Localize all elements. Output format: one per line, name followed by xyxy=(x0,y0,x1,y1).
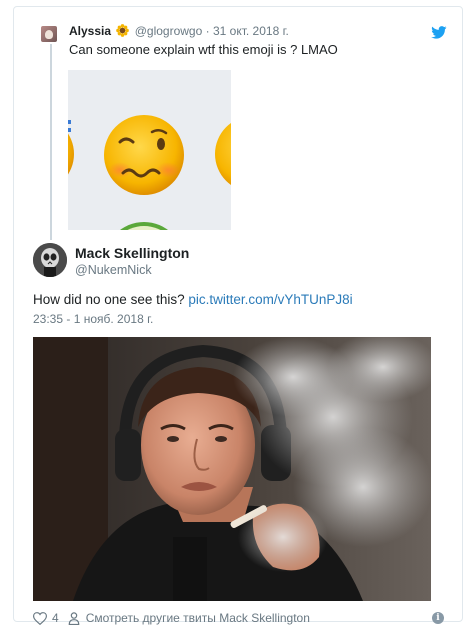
tweet-body: How did no one see this? xyxy=(33,292,185,307)
tweet-photo-link[interactable]: pic.twitter.com/vYhTUnPJ8i xyxy=(188,292,352,307)
tweet-footer: 4 Смотреть другие твиты Mack Skellington xyxy=(33,610,310,626)
skull-avatar-icon xyxy=(33,243,67,277)
parent-tweet-image[interactable] xyxy=(68,70,231,230)
sunflower-emoji-icon xyxy=(116,24,130,37)
more-tweets-link[interactable]: Смотреть другие твиты Mack Skellington xyxy=(86,611,310,625)
heart-icon[interactable] xyxy=(33,611,47,625)
parent-author-avatar[interactable] xyxy=(41,26,57,42)
parent-tweet-text: Can someone explain wtf this emoji is ? … xyxy=(69,42,338,57)
person-icon xyxy=(68,611,80,625)
parent-handle[interactable]: @glogrowgo xyxy=(135,24,203,38)
author-avatar[interactable] xyxy=(33,243,67,277)
author-handle[interactable]: @NukemNick xyxy=(75,263,152,277)
parent-author-name[interactable]: Alyssia xyxy=(69,24,111,38)
man-smoking-photo xyxy=(33,337,431,601)
tweet-text: How did no one see this? pic.twitter.com… xyxy=(33,292,353,307)
twitter-bird-icon[interactable] xyxy=(431,26,447,39)
info-icon[interactable]: i xyxy=(432,612,444,624)
author-name[interactable]: Mack Skellington xyxy=(75,245,189,261)
parent-tweet-header: Alyssia @glogrowgo · 31 окт. 2018 г. xyxy=(69,24,289,38)
woozy-face-emoji-icon xyxy=(68,115,231,230)
thread-connector-line xyxy=(50,44,52,240)
tweet-photo[interactable] xyxy=(33,337,431,601)
meta-separator: · xyxy=(205,24,213,38)
parent-date[interactable]: 31 окт. 2018 г. xyxy=(213,24,289,38)
tweet-timestamp[interactable]: 23:35 - 1 нояб. 2018 г. xyxy=(33,312,153,326)
like-count[interactable]: 4 xyxy=(52,611,59,625)
